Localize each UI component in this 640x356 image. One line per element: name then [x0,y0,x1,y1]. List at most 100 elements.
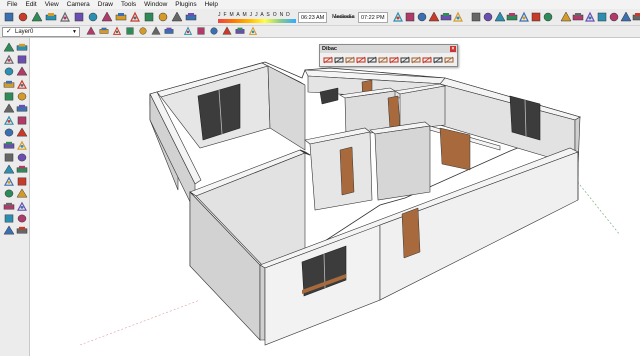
arc-icon[interactable] [440,11,452,23]
text-icon[interactable] [596,11,608,23]
paint-bucket-icon[interactable] [3,54,15,65]
position-camera-tool-icon[interactable] [3,213,15,224]
open-icon[interactable] [17,11,29,23]
freehand-icon[interactable] [470,11,482,23]
settings-icon[interactable] [433,55,443,65]
orbit-tool-icon[interactable] [3,176,15,187]
front-view-icon[interactable] [125,26,135,36]
furniture-icon[interactable] [389,55,399,65]
polygon-icon[interactable] [452,11,464,23]
rectangle-icon[interactable] [404,11,416,23]
menu-view[interactable]: View [41,0,63,9]
iso-view-icon[interactable] [99,26,109,36]
move-icon[interactable] [482,11,494,23]
measure-icon[interactable] [378,55,388,65]
extend-icon[interactable] [422,55,432,65]
line-icon[interactable] [416,11,428,23]
left-view-icon[interactable] [164,26,174,36]
zoom-tool-icon[interactable] [3,188,15,199]
eraser-icon[interactable] [392,11,404,23]
menu-draw[interactable]: Draw [94,0,117,9]
menu-edit[interactable]: Edit [21,0,40,9]
copy-icon[interactable] [59,11,71,23]
scale-icon[interactable] [530,11,542,23]
wireframe-icon[interactable] [196,26,206,36]
layer-manager-icon[interactable] [86,26,96,36]
dimension-icon[interactable] [572,11,584,23]
hidden-line-icon[interactable] [209,26,219,36]
look-around-tool-icon[interactable] [3,225,15,236]
polygon-tool-icon[interactable] [3,91,15,102]
gear-icon[interactable] [444,55,454,65]
print-icon[interactable] [129,11,141,23]
cut-icon[interactable] [45,11,57,23]
follow-me-tool-icon[interactable] [16,115,28,126]
menu-tools[interactable]: Tools [117,0,140,9]
window-icon[interactable] [345,55,355,65]
model-viewport[interactable] [30,38,640,356]
materials-icon[interactable] [411,55,421,65]
save-icon[interactable] [31,11,43,23]
paste-icon[interactable] [73,11,85,23]
month-slider[interactable] [218,19,296,23]
protractor-tool-icon[interactable] [3,152,15,163]
circle-icon[interactable] [428,11,440,23]
xray-icon[interactable] [183,26,193,36]
select-icon[interactable] [171,11,183,23]
menu-plugins[interactable]: Plugins [171,0,200,9]
move-tool-icon[interactable] [3,103,15,114]
push-pull-icon[interactable] [494,11,506,23]
menu-window[interactable]: Window [140,0,171,9]
shaded-icon[interactable] [222,26,232,36]
menu-file[interactable]: File [3,0,21,9]
door-icon[interactable] [334,55,344,65]
line-tool-icon[interactable] [16,66,28,77]
circle-tool-icon[interactable] [3,79,15,90]
dimension-icon[interactable] [367,55,377,65]
shaded-texture-icon[interactable] [235,26,245,36]
menu-camera[interactable]: Camera [63,0,94,9]
rectangle-tool-icon[interactable] [3,66,15,77]
make-component-tool-icon[interactable] [16,42,28,53]
zoom-window-tool-icon[interactable] [16,188,28,199]
model-info-icon[interactable] [143,11,155,23]
join-icon[interactable] [400,55,410,65]
dimension-tool-icon[interactable] [16,140,28,151]
wall-icon[interactable] [323,55,333,65]
make-component-icon[interactable] [157,11,169,23]
offset-icon[interactable] [542,11,554,23]
orbit-icon[interactable] [632,11,640,23]
redo-icon[interactable] [115,11,127,23]
protractor-icon[interactable] [584,11,596,23]
text-tool-icon[interactable] [16,152,28,163]
rotate-icon[interactable] [506,11,518,23]
stair-icon[interactable] [356,55,366,65]
undo-icon[interactable] [101,11,113,23]
monochrome-icon[interactable] [248,26,258,36]
axes-tool-icon[interactable] [3,164,15,175]
tape-icon[interactable] [560,11,572,23]
previous-tool-icon[interactable] [16,201,28,212]
push-pull-tool-icon[interactable] [16,103,28,114]
new-icon[interactable] [3,11,15,23]
3d-text-tool-icon[interactable] [16,164,28,175]
rotate-tool-icon[interactable] [3,115,15,126]
arc-tool-icon[interactable] [16,79,28,90]
scale-tool-icon[interactable] [3,127,15,138]
3d-text-icon[interactable] [620,11,632,23]
right-view-icon[interactable] [138,26,148,36]
axes-icon[interactable] [608,11,620,23]
paint-icon[interactable] [185,11,197,23]
follow-me-icon[interactable] [518,11,530,23]
layer-dropdown[interactable]: ✓ Layer0 ▼ [2,27,80,37]
back-view-icon[interactable] [151,26,161,36]
pan-tool-icon[interactable] [16,176,28,187]
eraser-tool-icon[interactable] [16,54,28,65]
freehand-tool-icon[interactable] [16,91,28,102]
top-view-icon[interactable] [112,26,122,36]
menu-help[interactable]: Help [201,0,222,9]
select-tool-icon[interactable] [3,42,15,53]
zoom-extents-tool-icon[interactable] [3,201,15,212]
walk-tool-icon[interactable] [16,213,28,224]
tape-measure-icon[interactable] [3,140,15,151]
